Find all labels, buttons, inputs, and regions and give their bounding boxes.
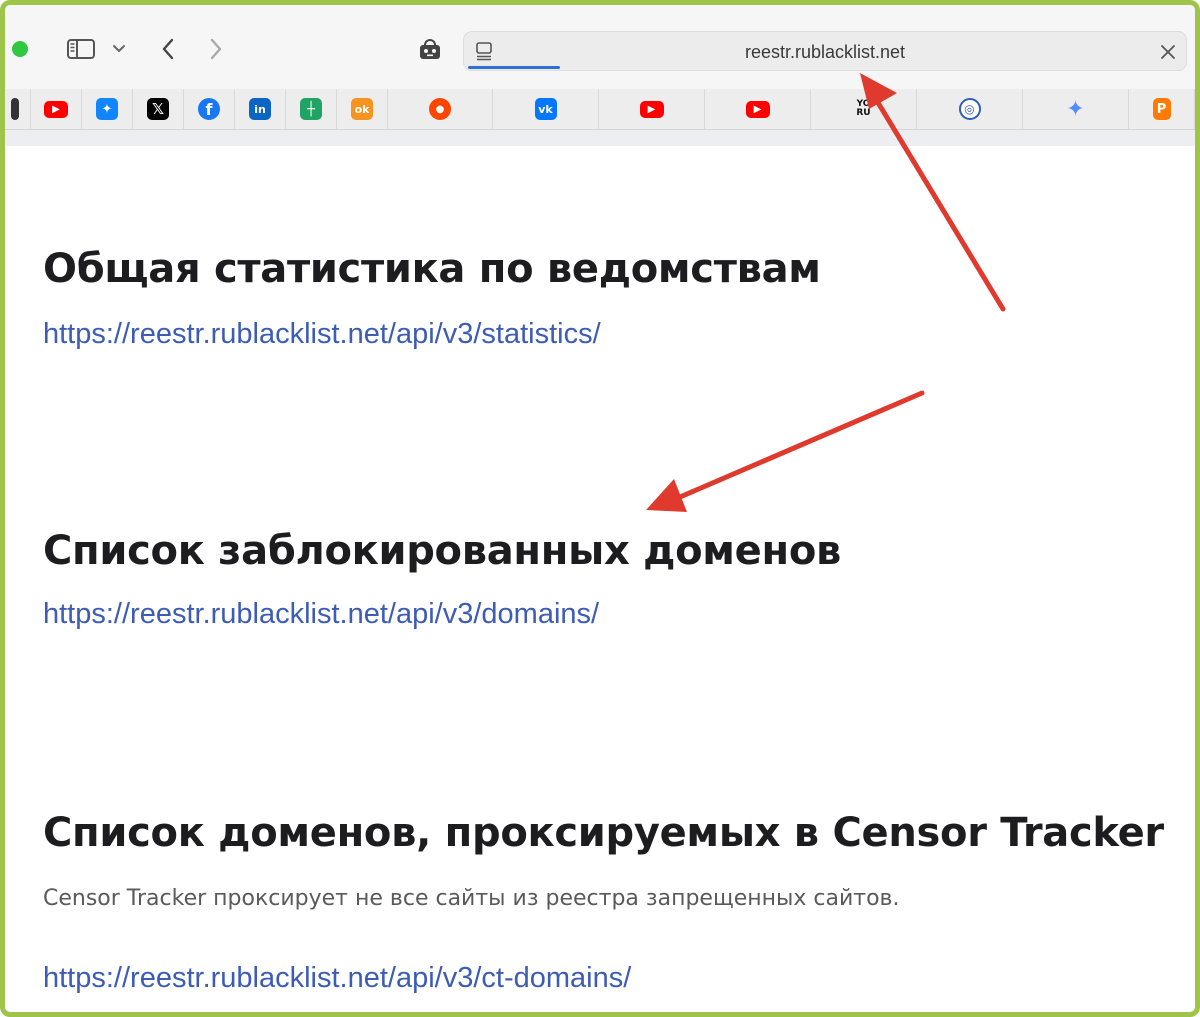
partial-icon [10,98,19,120]
chevron-down-icon [113,45,125,52]
chevron-left-icon [162,38,174,60]
p-icon: P [1152,98,1171,120]
statistics-api-link[interactable]: https://reestr.rublacklist.net/api/v3/st… [43,318,601,351]
forward-button[interactable] [201,33,231,65]
section-heading-ct-domains: Список доменов, проксируемых в Censor Tr… [43,810,1164,856]
tab-groups-menu-button[interactable] [109,33,129,65]
youtube-icon: ▶ [639,100,664,118]
sidebar-icon [67,39,95,59]
page-top-strip [5,130,1195,146]
ct-domains-api-link[interactable]: https://reestr.rublacklist.net/api/v3/ct… [43,962,631,995]
favorite-item[interactable]: ✦ [1023,89,1129,129]
favorite-item[interactable]: ✦ [82,89,133,129]
chevron-right-icon [210,38,222,60]
odnoklassniki-icon: ok [351,98,373,120]
favorite-item[interactable]: ◎ [917,89,1023,129]
address-url: reestr.rublacklist.net [744,42,906,62]
favorite-item[interactable]: P [1129,89,1195,129]
favorite-item[interactable]: ▶ [31,89,82,129]
x-icon: 𝕏 [147,98,169,120]
favorite-item[interactable]: YO RU [811,89,917,129]
favorite-item[interactable]: ok [337,89,388,129]
favorite-item[interactable]: ● [388,89,493,129]
emblem-icon: ◎ [958,98,981,120]
favorite-item[interactable]: f [184,89,235,129]
address-bar[interactable]: reestr.rublacklist.net [463,31,1187,71]
arrow-to-domains-section [646,390,925,512]
screenshot-frame: reestr.rublacklist.net ▶ ✦ 𝕏f in ┼ ok ● vk ▶ ▶ YO … [0,0,1200,1017]
gemini-icon: ✦ [1066,96,1085,122]
favorites-bar: ▶ ✦ 𝕏f in ┼ ok ● vk ▶ ▶ YO RU ◎ ✦ P [5,89,1195,130]
linkedin-icon: in [249,98,271,120]
favorite-item[interactable]: ┼ [286,89,337,129]
favorite-item-partial[interactable] [5,89,31,129]
extension-button[interactable] [413,33,447,65]
sheets-icon: ┼ [300,98,322,120]
reddit-icon: ● [429,98,451,120]
favorite-item[interactable]: in [235,89,286,129]
back-button[interactable] [153,33,183,65]
domains-api-link[interactable]: https://reestr.rublacklist.net/api/v3/do… [43,598,599,631]
favorite-item[interactable]: 𝕏 [133,89,184,129]
youtube-icon: ▶ [745,100,770,118]
facebook-icon: f [198,98,220,120]
sidebar-toggle-button[interactable] [61,33,101,65]
annotation-arrows [646,73,1006,512]
yo-ru-icon: YO RU [856,99,871,118]
close-icon [1161,45,1175,59]
favorite-item[interactable]: vk [493,89,599,129]
browser-toolbar: reestr.rublacklist.net [5,5,1195,90]
section-heading-statistics: Общая статистика по ведомствам [43,246,821,292]
favorite-item[interactable]: ▶ [705,89,811,129]
youtube-icon: ▶ [44,100,68,118]
stop-loading-button[interactable] [1158,42,1178,62]
window-zoom-button[interactable] [12,41,28,57]
favorite-item[interactable]: ▶ [599,89,705,129]
section-heading-domains: Список заблокированных доменов [43,528,842,574]
extension-icon [420,39,440,59]
vk-icon: vk [534,98,557,120]
page-load-progress [468,66,560,69]
ct-domains-note: Censor Tracker проксирует не все сайты и… [43,886,900,911]
bluesky-icon: ✦ [96,98,118,120]
